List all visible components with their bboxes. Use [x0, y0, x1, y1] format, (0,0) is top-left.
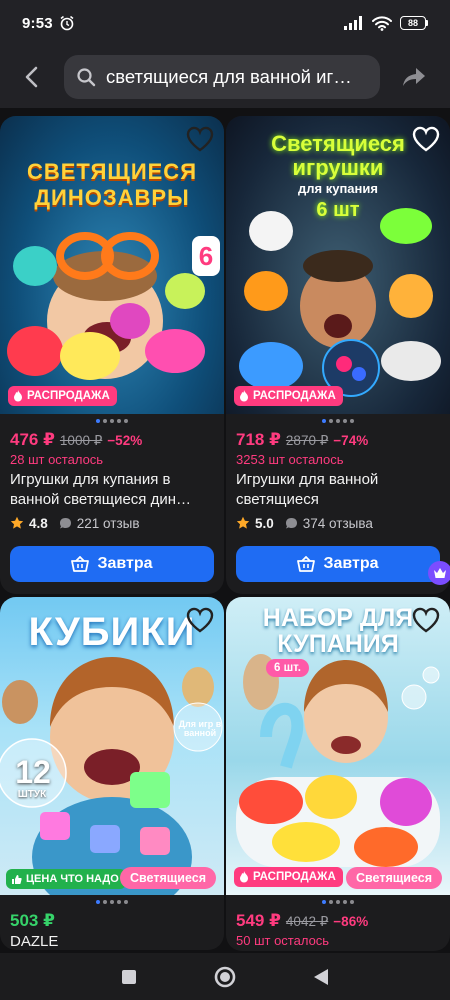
rating-row: 5.0 374 отзыва	[236, 512, 440, 534]
chevron-left-icon	[25, 66, 38, 88]
add-to-cart-label: Завтра	[323, 555, 379, 572]
fire-icon	[240, 871, 248, 883]
status-time: 9:53	[22, 14, 53, 32]
battery-indicator: 88	[400, 16, 428, 30]
discount: −52%	[107, 433, 143, 448]
discount: −74%	[333, 433, 369, 448]
premium-crown-icon[interactable]	[428, 561, 450, 585]
reviews-count: 374 отзыва	[302, 515, 373, 531]
thumbs-up-icon	[12, 874, 22, 884]
heart-icon[interactable]	[412, 126, 440, 152]
price: 549 ₽	[236, 911, 281, 930]
star-icon	[10, 516, 24, 529]
stock-remaining: 50 шт осталось	[236, 933, 330, 948]
product-illustration	[0, 657, 223, 895]
rating-value: 5.0	[255, 515, 274, 531]
sale-badge-label: РАСПРОДАЖА	[253, 871, 336, 883]
old-price: 2870 ₽	[285, 433, 329, 448]
rating-value: 4.8	[29, 515, 48, 531]
image-carousel-dots	[0, 414, 224, 428]
sale-badge-label: РАСПРОДАЖА	[253, 390, 336, 402]
fire-icon	[240, 390, 248, 402]
product-illustration	[236, 654, 440, 867]
value-badge: ЦЕНА ЧТО НАДО	[6, 869, 126, 889]
stock-remaining: 3253 шт осталось	[236, 452, 344, 467]
recent-apps-button[interactable]	[81, 957, 177, 997]
alarm-icon	[60, 15, 74, 31]
sale-badge: РАСПРОДАЖА	[234, 386, 343, 406]
rating-row: 4.8 221 отзыв	[10, 512, 214, 534]
value-badge-label: ЦЕНА ЧТО НАДО	[26, 873, 119, 885]
image-carousel-dots	[226, 895, 450, 909]
basket-icon	[297, 556, 316, 572]
sale-badge: РАСПРОДАЖА	[234, 867, 343, 887]
image-count-unit: ШТУК	[17, 788, 47, 800]
status-bar: 9:53 88	[0, 0, 450, 46]
image-side-note: Для игр в ванной	[178, 718, 222, 738]
price: 718 ₽	[236, 430, 281, 449]
product-grid: СВЕТЯЩИЕСЯ ДИНОЗАВРЫ 6 РАСПРОДАЖА 476 ₽ …	[0, 108, 450, 953]
star-icon	[236, 516, 250, 529]
search-input[interactable]: светящиеся для ванной иг…	[64, 55, 380, 99]
brand-name: DAZLE	[10, 933, 59, 950]
product-card[interactable]: СВЕТЯЩИЕСЯ ДИНОЗАВРЫ 6 РАСПРОДАЖА 476 ₽ …	[0, 116, 224, 594]
product-image[interactable]: КУБИКИ 12 ШТУК Для игр в ванной ЦЕНА ЧТО…	[0, 597, 224, 895]
discount: −86%	[333, 914, 369, 929]
product-image[interactable]: НАБОР ДЛЯ КУПАНИЯ 6 шт. РАСПРОДАЖА Светя…	[226, 597, 450, 895]
battery-level: 88	[400, 16, 426, 30]
back-button[interactable]	[14, 59, 50, 95]
image-count-tag: 6 шт.	[266, 659, 309, 677]
heart-icon[interactable]	[186, 126, 214, 152]
product-image[interactable]: СВЕТЯЩИЕСЯ ДИНОЗАВРЫ 6 РАСПРОДАЖА	[0, 116, 224, 414]
share-button[interactable]	[396, 59, 432, 95]
back-nav-button[interactable]	[273, 957, 369, 997]
product-card[interactable]: Светящиеся игрушки для купания 6 шт РАСП…	[226, 116, 450, 594]
add-to-cart-button[interactable]: Завтра	[236, 546, 440, 582]
home-button[interactable]	[177, 957, 273, 997]
search-query: светящиеся для ванной иг…	[106, 66, 352, 87]
search-icon	[77, 68, 96, 87]
image-count-tag: 12	[15, 753, 51, 790]
search-header: светящиеся для ванной иг…	[0, 46, 450, 108]
comment-icon	[59, 517, 71, 528]
stock-remaining: 28 шт осталось	[10, 452, 104, 467]
old-price: 1000 ₽	[59, 433, 103, 448]
product-card[interactable]: НАБОР ДЛЯ КУПАНИЯ 6 шт. РАСПРОДАЖА Светя…	[226, 597, 450, 951]
image-carousel-dots	[226, 414, 450, 428]
product-illustration	[239, 208, 441, 397]
price: 503 ₽	[10, 911, 55, 930]
comment-icon	[285, 517, 297, 528]
reviews-count: 221 отзыв	[76, 515, 140, 531]
product-title[interactable]: Игрушки для купания в ванной светящиеся …	[10, 470, 214, 510]
product-image[interactable]: Светящиеся игрушки для купания 6 шт РАСП…	[226, 116, 450, 414]
sale-badge-label: РАСПРОДАЖА	[27, 390, 110, 402]
glow-tag: Светящиеся	[345, 867, 442, 889]
glow-tag: Светящиеся	[119, 867, 216, 889]
wifi-icon	[372, 15, 392, 31]
square-icon	[122, 969, 136, 984]
old-price: 4042 ₽	[285, 914, 329, 929]
circle-icon	[214, 966, 236, 987]
product-title[interactable]: Игрушки для ванной светящиеся	[236, 470, 440, 510]
sale-badge: РАСПРОДАЖА	[8, 386, 117, 406]
product-illustration	[7, 232, 205, 380]
share-arrow-icon	[403, 68, 425, 86]
signal-icon	[344, 16, 362, 30]
triangle-back-icon	[314, 968, 328, 985]
image-count-tag: 6	[192, 236, 220, 276]
fire-icon	[14, 390, 22, 402]
product-card[interactable]: КУБИКИ 12 ШТУК Для игр в ванной ЦЕНА ЧТО…	[0, 597, 224, 950]
image-carousel-dots	[0, 895, 224, 909]
price: 476 ₽	[10, 430, 55, 449]
heart-icon[interactable]	[412, 607, 440, 633]
add-to-cart-label: Завтра	[97, 555, 153, 572]
add-to-cart-button[interactable]: Завтра	[10, 546, 214, 582]
basket-icon	[71, 556, 90, 572]
heart-icon[interactable]	[186, 607, 214, 633]
system-nav-bar	[0, 953, 450, 1000]
